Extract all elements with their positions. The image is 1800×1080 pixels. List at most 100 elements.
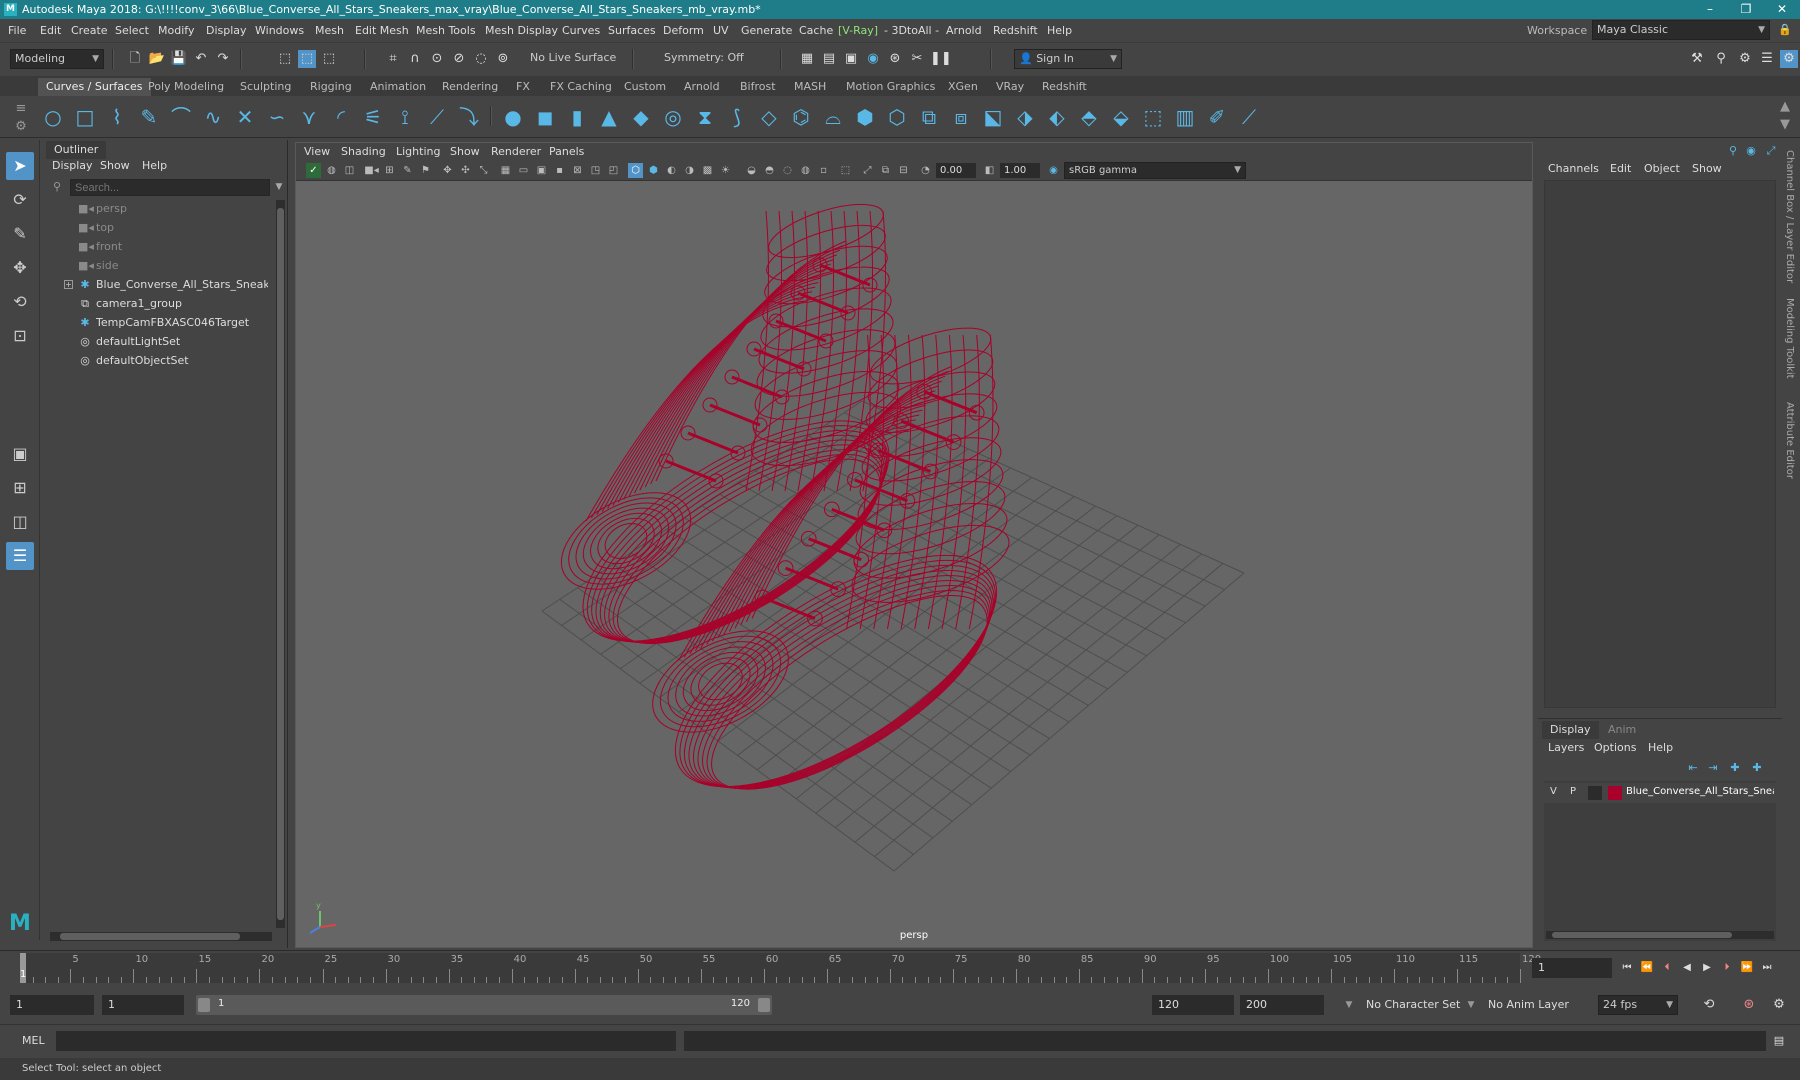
use-all-lights-icon[interactable]: ☀ — [718, 163, 733, 178]
view-transform-dropdown[interactable]: sRGB gamma ▼ — [1064, 162, 1246, 179]
sign-in-button[interactable]: 👤 Sign In ▼ — [1014, 49, 1122, 69]
image-plane-icon[interactable]: ■◂ — [364, 163, 379, 178]
snap-pivot-icon[interactable]: ⊚ — [494, 50, 512, 68]
scrollbar-thumb[interactable] — [60, 933, 240, 940]
channel-box-toggle-icon[interactable]: ⚲ — [1724, 142, 1742, 160]
textured-icon[interactable]: ◑ — [682, 163, 697, 178]
side-tab-channel-box[interactable]: Channel Box / Layer Editor — [1784, 150, 1795, 283]
outliner-item-front[interactable]: ■◂ front — [42, 237, 268, 256]
outliner-search-input[interactable] — [70, 179, 270, 196]
scrollbar-thumb[interactable] — [1552, 932, 1732, 938]
side-tab-attribute-editor[interactable]: Attribute Editor — [1784, 402, 1795, 479]
layer-editor-icon[interactable]: ⚙ — [1780, 50, 1798, 68]
surface-detach-icon[interactable]: ⬖ — [1044, 104, 1070, 130]
menu-cache[interactable]: Cache — [799, 19, 833, 42]
nurbs-cone-icon[interactable]: ▲ — [596, 104, 622, 130]
tool-settings-icon[interactable]: ⚙ — [1736, 50, 1754, 68]
2d-pan-zoom-icon[interactable]: ⊞ — [382, 163, 397, 178]
save-scene-icon[interactable]: 💾 — [170, 50, 188, 68]
fps-dropdown[interactable]: 24 fps ▼ — [1598, 995, 1678, 1015]
exposure-field[interactable]: 0.00 — [936, 163, 976, 178]
field-chart-icon[interactable]: ⊠ — [570, 163, 585, 178]
menu-deform[interactable]: Deform — [663, 19, 704, 42]
smooth-shade-icon[interactable]: ⬢ — [646, 163, 661, 178]
outliner-layout-icon[interactable]: ☰ — [6, 542, 34, 570]
shelf-tab-motion-graphics[interactable]: Motion Graphics — [838, 78, 943, 96]
shelf-tab-fx-caching[interactable]: FX Caching — [542, 78, 620, 96]
menu-generate[interactable]: Generate — [741, 19, 792, 42]
surface-fillet-icon[interactable]: ⟋ — [1236, 104, 1262, 130]
time-slider[interactable]: 5 10 15 20 25 30 35 40 45 50 55 60 65 70 75 80 85 90 95 100… — [0, 950, 1800, 984]
vray-render-icon[interactable]: ✂ — [908, 50, 926, 68]
menu-edit-mesh[interactable]: Edit Mesh — [355, 19, 409, 42]
nurbs-cylinder-icon[interactable]: ▮ — [564, 104, 590, 130]
viewport-menu-lighting[interactable]: Lighting — [396, 145, 440, 158]
outliner-menu-help[interactable]: Help — [142, 159, 167, 172]
viewport-menu-renderer[interactable]: Renderer — [491, 145, 541, 158]
layers-menu-options[interactable]: Options — [1594, 741, 1636, 754]
animation-start-field[interactable]: 1 — [10, 995, 94, 1015]
snap-grid-icon[interactable]: ⌗ — [384, 50, 402, 68]
animation-end-field[interactable]: 200 — [1240, 995, 1324, 1015]
extrude-icon[interactable]: ⌬ — [788, 104, 814, 130]
bookmark-icon[interactable]: ◫ — [342, 163, 357, 178]
antialiasing-icon[interactable]: ◍ — [798, 163, 813, 178]
single-perspective-view-icon[interactable]: ▣ — [6, 440, 34, 468]
undo-icon[interactable]: ↶ — [192, 50, 210, 68]
viewport-menu-show[interactable]: Show — [450, 145, 480, 158]
nurbs-square-icon[interactable]: □ — [72, 104, 98, 130]
bevel-plus-icon[interactable]: ⬢ — [852, 104, 878, 130]
layer-visibility-toggle[interactable]: V — [1550, 786, 1557, 797]
shelf-tab-fx[interactable]: FX — [508, 78, 538, 96]
anim-layer-icon[interactable]: ▼ — [1462, 996, 1480, 1014]
playback-start-field[interactable]: 1 — [102, 995, 184, 1015]
curve-detach-icon[interactable]: ⋎ — [296, 104, 322, 130]
curve-fillet-icon[interactable]: ◜ — [328, 104, 354, 130]
revolve-icon[interactable]: ⧗ — [692, 104, 718, 130]
play-forwards-icon[interactable]: ▶ — [1698, 959, 1716, 977]
curve-attach-icon[interactable]: ∽ — [264, 104, 290, 130]
pencil-curve-icon[interactable]: ✎ — [136, 104, 162, 130]
channels-menu-edit[interactable]: Edit — [1610, 162, 1631, 175]
symmetry-dropdown[interactable]: Symmetry: Off — [660, 49, 756, 69]
outliner-item-persp[interactable]: ■◂ persp — [42, 199, 268, 218]
shelf-tab-custom[interactable]: Custom — [616, 78, 674, 96]
menu-select[interactable]: Select — [115, 19, 149, 42]
expand-icon[interactable]: + — [64, 280, 73, 289]
shelf-tab-sculpting[interactable]: Sculpting — [232, 78, 299, 96]
menu-windows[interactable]: Windows — [255, 19, 304, 42]
go-to-end-icon[interactable]: ⏭ — [1758, 959, 1776, 977]
surface-intersect-icon[interactable]: ⬡ — [884, 104, 910, 130]
safe-title-icon[interactable]: ◰ — [606, 163, 621, 178]
motion-blur-icon[interactable]: ◌ — [780, 163, 795, 178]
bookmark-flag-icon[interactable]: ⚑ — [418, 163, 433, 178]
exposure-icon[interactable]: ◔ — [918, 163, 933, 178]
render-settings-icon[interactable]: ◉ — [864, 50, 882, 68]
layers-menu-help[interactable]: Help — [1648, 741, 1673, 754]
cv-curve-icon[interactable]: ⌇ — [104, 104, 130, 130]
menu-help[interactable]: Help — [1047, 19, 1072, 42]
viewport-menu-shading[interactable]: Shading — [341, 145, 386, 158]
nurbs-sphere-icon[interactable]: ● — [500, 104, 526, 130]
menu-mesh-tools[interactable]: Mesh Tools — [416, 19, 476, 42]
shelf-tab-rendering[interactable]: Rendering — [434, 78, 506, 96]
modeling-toolkit-icon[interactable]: ⚒ — [1688, 50, 1706, 68]
ep-curve-icon[interactable]: ⌒ — [168, 104, 194, 130]
channels-menu-object[interactable]: Object — [1644, 162, 1680, 175]
current-time-marker[interactable]: 1 — [20, 953, 26, 983]
ipr-render-icon[interactable]: ▣ — [842, 50, 860, 68]
shelf-scroll-up-icon[interactable]: ▲ — [1776, 98, 1794, 116]
xray-components-icon[interactable]: ⧉ — [878, 163, 893, 178]
snap-view-icon[interactable]: ⊘ — [450, 50, 468, 68]
menu-uv[interactable]: UV — [713, 19, 729, 42]
viewport-menu-panels[interactable]: Panels — [549, 145, 584, 158]
surface-attach-icon[interactable]: ⬗ — [1012, 104, 1038, 130]
channel-box-float-icon[interactable]: ◉ — [1742, 142, 1760, 160]
shelf-tab-rigging[interactable]: Rigging — [302, 78, 360, 96]
four-view-layout-icon[interactable]: ⊞ — [6, 474, 34, 502]
shelf-tab-vray[interactable]: VRay — [988, 78, 1032, 96]
open-close-surface-icon[interactable]: ⬘ — [1076, 104, 1102, 130]
range-start-handle[interactable] — [198, 998, 210, 1012]
untrim-icon[interactable]: ⬕ — [980, 104, 1006, 130]
minimize-button[interactable]: – — [1692, 0, 1728, 19]
